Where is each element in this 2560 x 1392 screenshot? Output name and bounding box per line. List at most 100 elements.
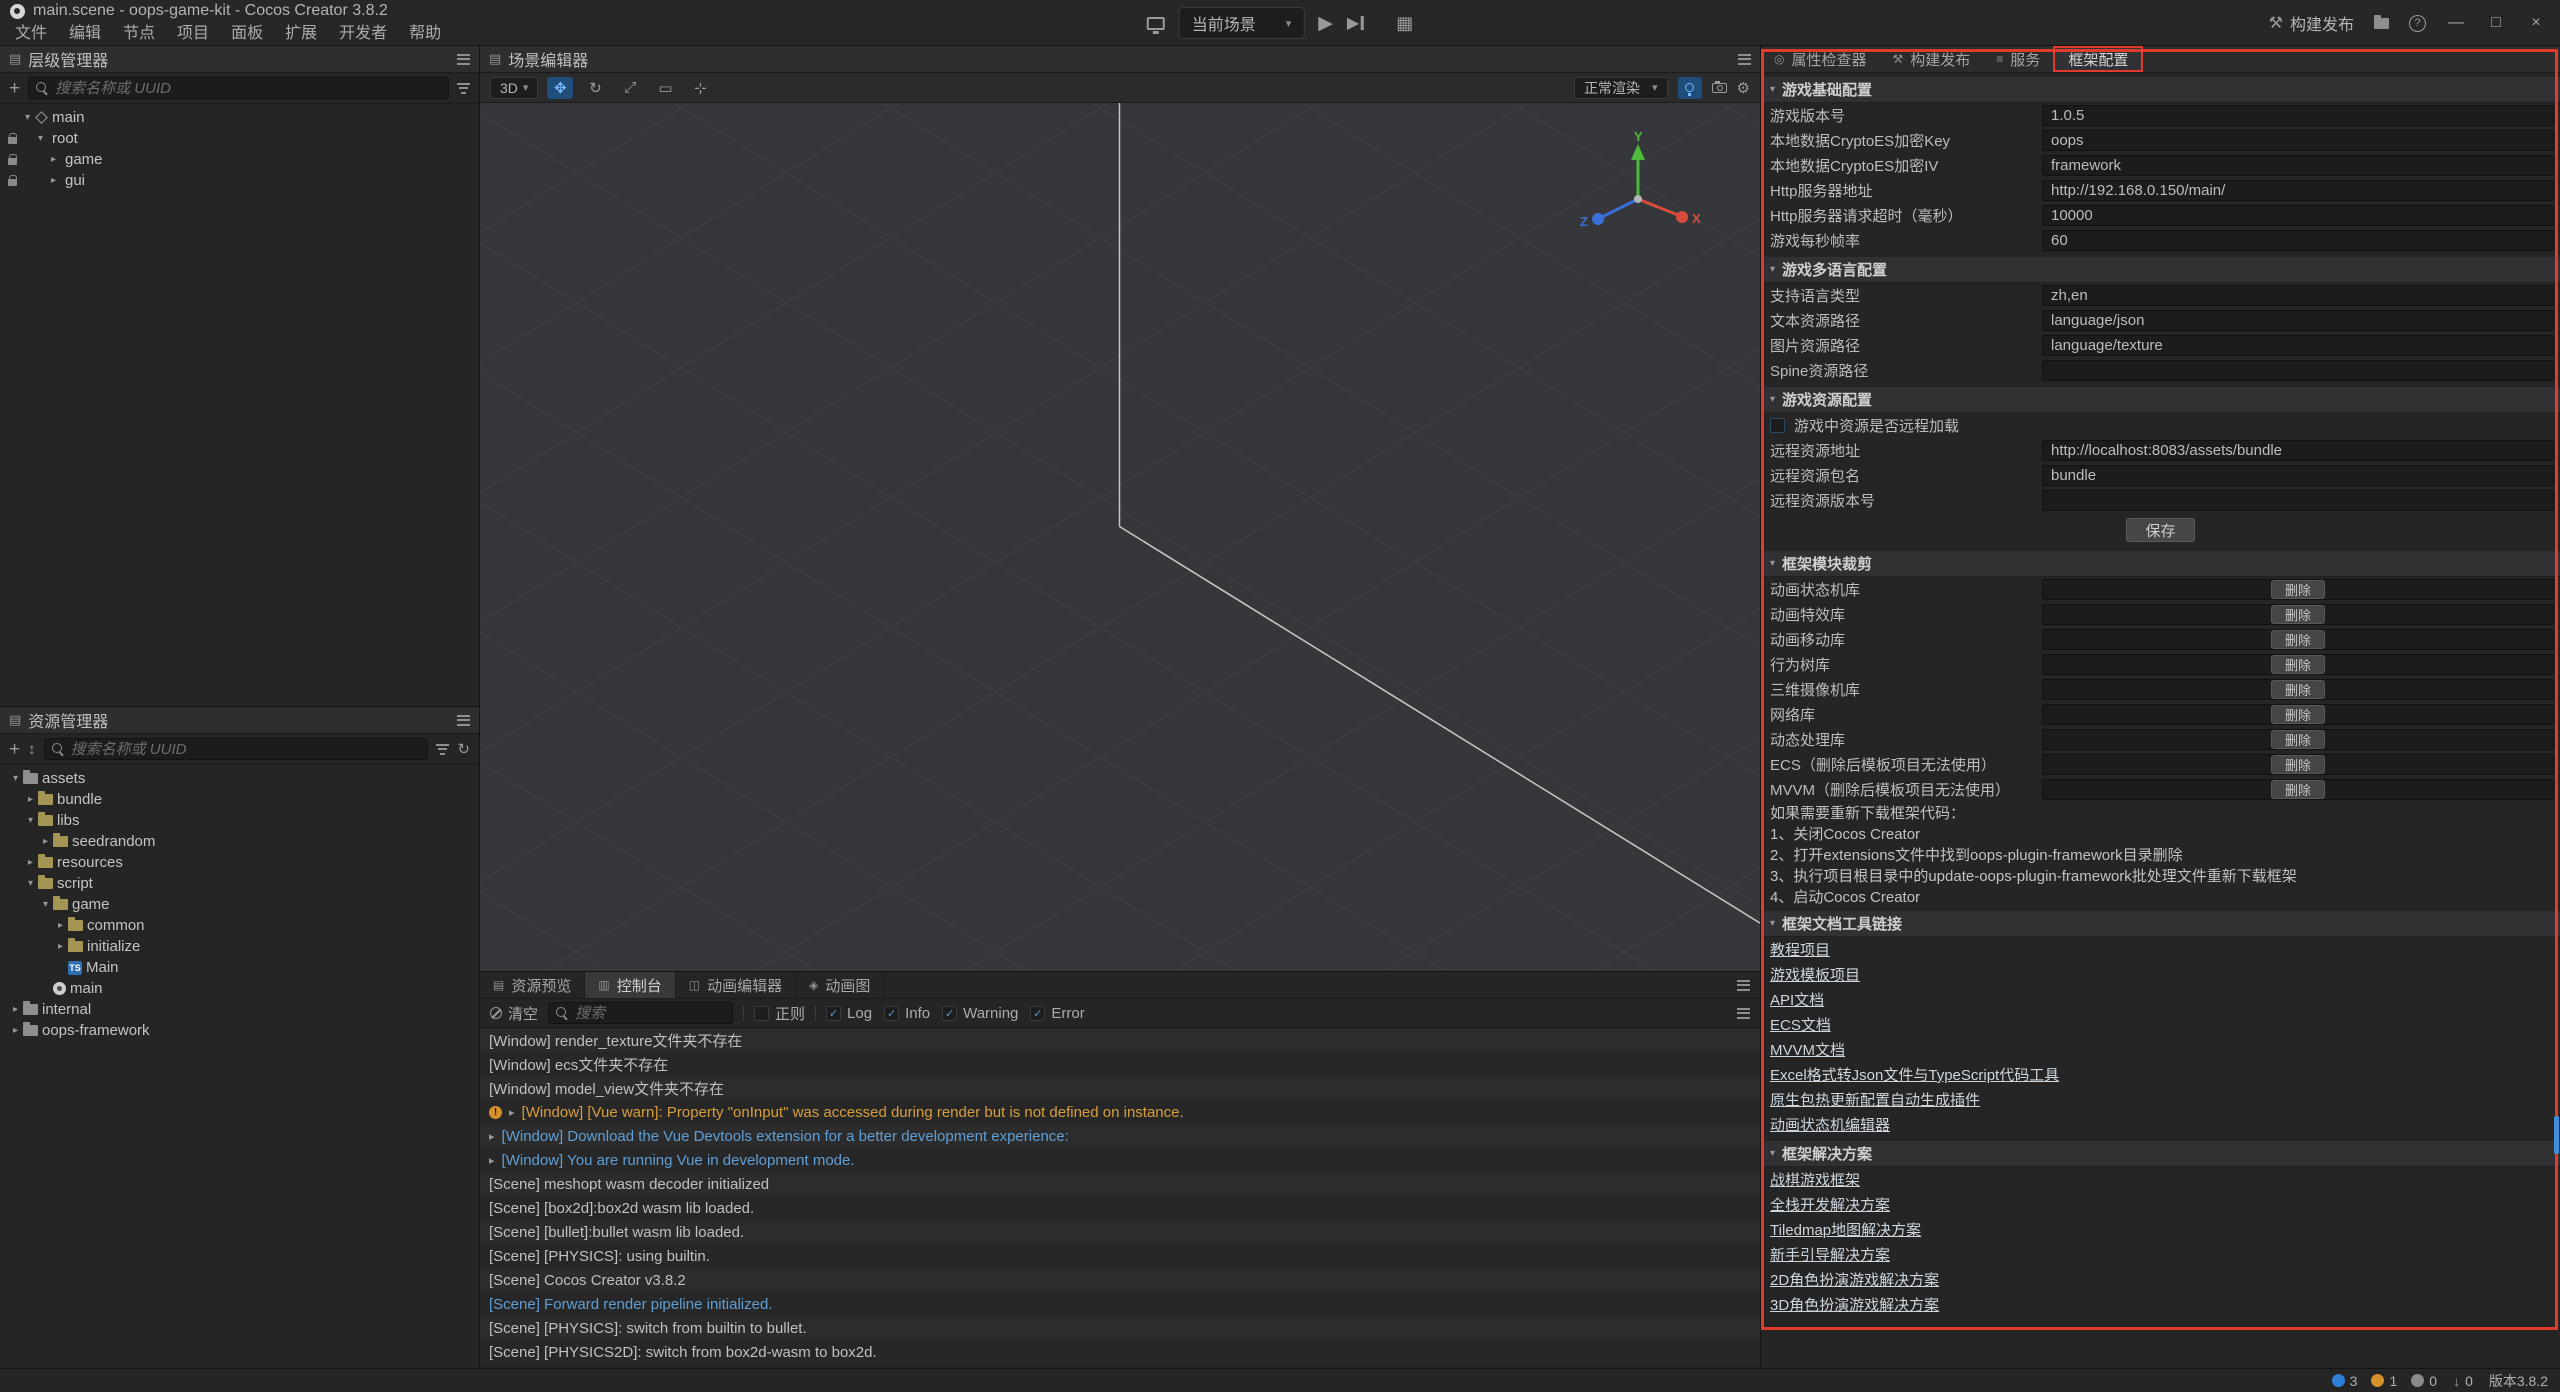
delete-button[interactable]: 删除: [2271, 630, 2325, 649]
3d-mode-button[interactable]: 3D ▾: [490, 77, 538, 99]
expander-open-icon[interactable]: ▾: [23, 878, 38, 889]
build-publish-button[interactable]: ⚒ 构建发布: [2269, 11, 2354, 35]
assets-search-input[interactable]: [71, 741, 421, 758]
hierarchy-menu-icon[interactable]: [457, 54, 470, 65]
asset-node[interactable]: ▾game: [0, 894, 479, 915]
play-button[interactable]: ▶: [1318, 12, 1333, 35]
property-input[interactable]: [2042, 360, 2554, 381]
delete-button[interactable]: 删除: [2271, 580, 2325, 599]
delete-button[interactable]: 删除: [2271, 730, 2325, 749]
inspector-tab[interactable]: ◎属性检查器: [1761, 46, 1880, 72]
close-button[interactable]: ×: [2526, 14, 2546, 32]
warning-count-badge[interactable]: 1: [2371, 1373, 2397, 1389]
property-input[interactable]: [2042, 285, 2554, 306]
hierarchy-search[interactable]: [28, 77, 449, 99]
log-row[interactable]: !▸[Window] [Vue warn]: Property "onInput…: [480, 1100, 1760, 1124]
console-settings-icon[interactable]: [1737, 1008, 1750, 1019]
delete-button[interactable]: 删除: [2271, 780, 2325, 799]
property-input[interactable]: [2042, 180, 2554, 201]
asset-node[interactable]: Main: [0, 957, 479, 978]
hierarchy-search-input[interactable]: [55, 80, 441, 97]
expander-closed-icon[interactable]: ▸: [38, 836, 53, 847]
remote-load-checkbox[interactable]: [1770, 418, 1785, 433]
delete-button[interactable]: 删除: [2271, 605, 2325, 624]
doc-link[interactable]: API文档: [1770, 989, 1824, 1010]
property-input[interactable]: [2042, 105, 2554, 126]
doc-link[interactable]: 教程项目: [1770, 939, 1830, 960]
section-header[interactable]: ▾框架解决方案: [1761, 1141, 2560, 1167]
log-row[interactable]: [Scene] [bullet]:bullet wasm lib loaded.: [480, 1220, 1760, 1244]
sort-assets-icon[interactable]: ↕: [28, 741, 36, 758]
expander-closed-icon[interactable]: ▸: [46, 175, 61, 186]
section-header[interactable]: ▾游戏多语言配置: [1761, 257, 2560, 283]
add-node-button[interactable]: +: [9, 79, 20, 98]
asset-node[interactable]: ▸seedrandom: [0, 831, 479, 852]
doc-link[interactable]: 2D角色扮演游戏解决方案: [1770, 1269, 1939, 1290]
camera-icon[interactable]: [1712, 83, 1727, 93]
transform-tool-icon[interactable]: ⊹: [687, 77, 713, 99]
log-row[interactable]: [Scene] meshopt wasm decoder initialized: [480, 1172, 1760, 1196]
property-input[interactable]: [2042, 310, 2554, 331]
expander-closed-icon[interactable]: ▸: [8, 1004, 23, 1015]
doc-link[interactable]: ECS文档: [1770, 1014, 1831, 1035]
doc-link[interactable]: 3D角色扮演游戏解决方案: [1770, 1294, 1939, 1315]
expander-open-icon[interactable]: ▾: [38, 899, 53, 910]
expander-closed-icon[interactable]: ▸: [489, 1154, 495, 1167]
console-tab[interactable]: ▤资源预览: [480, 972, 585, 998]
console-menu-icon[interactable]: [1737, 980, 1750, 991]
property-input[interactable]: [2042, 205, 2554, 226]
rect-tool-icon[interactable]: ▭: [652, 77, 678, 99]
log-row[interactable]: [Window] render_texture文件夹不存在: [480, 1028, 1760, 1052]
log-row[interactable]: [Scene] [PHYSICS]: using builtin.: [480, 1244, 1760, 1268]
log-row[interactable]: [Scene] Forward render pipeline initiali…: [480, 1292, 1760, 1316]
asset-node[interactable]: ▸internal: [0, 999, 479, 1020]
asset-node[interactable]: main: [0, 978, 479, 999]
scene-light-toggle[interactable]: [1678, 77, 1702, 99]
assets-menu-icon[interactable]: [457, 715, 470, 726]
expander-open-icon[interactable]: ▾: [8, 773, 23, 784]
inspector-tab[interactable]: ⚒构建发布: [1880, 46, 1984, 72]
help-icon[interactable]: ?: [2409, 15, 2426, 32]
maximize-button[interactable]: □: [2486, 14, 2506, 32]
hierarchy-node[interactable]: ▸game: [0, 149, 479, 170]
menu-item[interactable]: 扩展: [274, 22, 328, 45]
expander-closed-icon[interactable]: ▸: [23, 794, 38, 805]
checkbox-icon[interactable]: ✓: [884, 1006, 899, 1021]
console-tab[interactable]: ◈动画图: [796, 972, 884, 998]
menu-item[interactable]: 编辑: [58, 22, 112, 45]
scene-menu-icon[interactable]: [1738, 54, 1751, 65]
expander-closed-icon[interactable]: ▸: [23, 857, 38, 868]
delete-button[interactable]: 删除: [2271, 655, 2325, 674]
add-asset-button[interactable]: +: [9, 740, 20, 759]
filter-icon[interactable]: [436, 744, 449, 755]
asset-node[interactable]: ▸common: [0, 915, 479, 936]
log-row[interactable]: [Window] model_view文件夹不存在: [480, 1076, 1760, 1100]
delete-button[interactable]: 删除: [2271, 680, 2325, 699]
console-tab[interactable]: ◫动画编辑器: [676, 972, 796, 998]
property-input[interactable]: [2042, 465, 2554, 486]
property-input[interactable]: [2042, 230, 2554, 251]
gear-icon[interactable]: ⚙: [1737, 79, 1750, 97]
expander-closed-icon[interactable]: ▸: [53, 941, 68, 952]
section-header[interactable]: ▾游戏资源配置: [1761, 387, 2560, 413]
property-input[interactable]: [2042, 335, 2554, 356]
log-row[interactable]: [Scene] [PHYSICS2D]: switch from box2d-w…: [480, 1340, 1760, 1364]
section-header[interactable]: ▾游戏基础配置: [1761, 77, 2560, 103]
log-row[interactable]: ▸[Window] Download the Vue Devtools exte…: [480, 1124, 1760, 1148]
expander-closed-icon[interactable]: ▸: [489, 1130, 495, 1143]
filter-warning[interactable]: ✓Warning: [942, 1005, 1018, 1022]
checkbox-icon[interactable]: ✓: [1030, 1006, 1045, 1021]
asset-node[interactable]: ▸initialize: [0, 936, 479, 957]
property-input[interactable]: [2042, 490, 2554, 511]
save-button[interactable]: 保存: [2126, 518, 2194, 542]
menu-item[interactable]: 面板: [220, 22, 274, 45]
assets-search[interactable]: [44, 738, 429, 760]
doc-link[interactable]: 动画状态机编辑器: [1770, 1114, 1890, 1135]
filter-log[interactable]: ✓Log: [826, 1005, 872, 1022]
log-row[interactable]: [Scene] [PHYSICS]: switch from builtin t…: [480, 1316, 1760, 1340]
section-header[interactable]: ▾框架模块裁剪: [1761, 551, 2560, 577]
log-row[interactable]: [Window] ecs文件夹不存在: [480, 1052, 1760, 1076]
expander-open-icon[interactable]: ▾: [33, 133, 48, 144]
delete-button[interactable]: 删除: [2271, 705, 2325, 724]
console-tab[interactable]: ▥控制台: [585, 972, 675, 998]
